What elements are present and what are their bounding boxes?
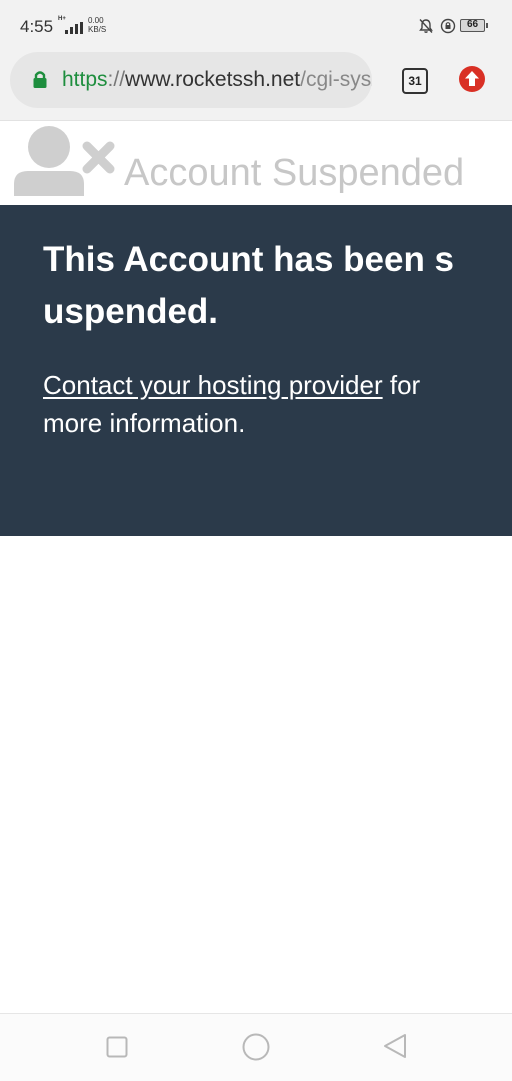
recent-apps-icon[interactable] bbox=[106, 1036, 128, 1058]
url-text[interactable]: https://www.rocketssh.net/cgi-sys/suspen… bbox=[62, 68, 372, 92]
back-icon[interactable] bbox=[383, 1033, 407, 1059]
url-host: www.rocketssh.net bbox=[125, 68, 301, 91]
network-speed: 0.00 KB/S bbox=[88, 16, 106, 34]
bell-muted-icon bbox=[419, 19, 433, 33]
url-scheme: https bbox=[62, 68, 108, 91]
url-separator: :// bbox=[107, 68, 126, 91]
signal-icon bbox=[65, 22, 83, 34]
speed-value: 0.00 bbox=[88, 16, 104, 25]
rotation-lock-icon bbox=[440, 18, 456, 34]
home-icon[interactable] bbox=[242, 1033, 270, 1061]
contact-provider-link[interactable]: Contact your hosting provider bbox=[43, 370, 383, 400]
header-title: Account Suspended bbox=[124, 152, 465, 194]
address-bar[interactable]: https://www.rocketssh.net/cgi-sys/suspen… bbox=[10, 52, 372, 108]
battery-indicator: 66 bbox=[460, 19, 488, 32]
suspended-user-icon bbox=[14, 126, 115, 196]
secure-lock-icon[interactable] bbox=[32, 69, 48, 89]
speed-unit: KB/S bbox=[88, 25, 107, 34]
url-path: /cgi-sys/suspendedpage.cgi bbox=[300, 68, 372, 91]
update-arrow-icon[interactable] bbox=[459, 66, 485, 92]
suspension-heading: This Account has been suspended. bbox=[43, 240, 455, 331]
status-time: 4:55 bbox=[20, 17, 54, 36]
contact-message: Contact your hosting provider for more i… bbox=[43, 366, 473, 442]
tab-switcher-button[interactable]: 31 bbox=[402, 68, 428, 94]
